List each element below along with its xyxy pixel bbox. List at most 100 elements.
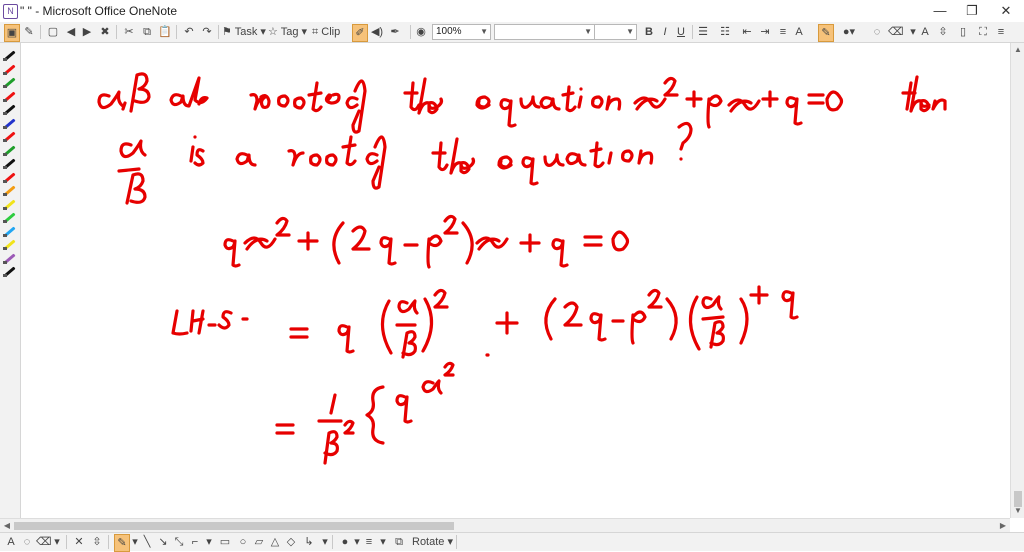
delete-icon[interactable]: ✖ xyxy=(98,24,112,40)
minimize-button[interactable]: — xyxy=(924,0,956,22)
scroll-left-icon[interactable]: ◀ xyxy=(0,519,14,533)
pen-swatch-icon[interactable] xyxy=(3,90,16,102)
line-icon[interactable]: ╲ xyxy=(140,534,154,550)
pen-swatch-icon[interactable] xyxy=(3,76,16,88)
scroll-right-icon[interactable]: ▶ xyxy=(996,519,1010,533)
pen-swatch-icon[interactable] xyxy=(3,130,16,142)
pen-swatch-icon[interactable] xyxy=(3,184,16,196)
rectangle-icon[interactable]: ▭ xyxy=(218,534,232,550)
triangle-icon[interactable]: △ xyxy=(268,534,282,550)
highlight-pen-icon[interactable]: ✎ xyxy=(818,24,834,42)
delete-icon[interactable]: ✕ xyxy=(72,534,86,550)
ink-line-1 xyxy=(97,72,947,134)
close-button[interactable]: ✕ xyxy=(990,0,1022,22)
undo-icon[interactable]: ↶ xyxy=(182,24,196,40)
scroll-thumb[interactable] xyxy=(14,522,454,530)
pen-swatch-icon[interactable] xyxy=(3,117,16,129)
font-color-icon[interactable]: A xyxy=(792,24,806,40)
font-grow-button[interactable]: A xyxy=(918,24,932,40)
title-bar: N " " - Microsoft Office OneNote — ❐ ✕ xyxy=(0,0,1024,23)
pen-options-icon[interactable]: ✒ xyxy=(388,24,402,40)
axes-icon[interactable]: ⌐ xyxy=(188,534,202,550)
insert-space-icon[interactable]: ⇳ xyxy=(936,24,950,40)
scroll-up-icon[interactable]: ▲ xyxy=(1011,43,1024,57)
help-icon[interactable]: ◉ xyxy=(414,24,428,40)
pen-swatch-icon[interactable] xyxy=(3,157,16,169)
arrange-icon[interactable]: ⧉ xyxy=(392,534,406,550)
zoom-select[interactable]: 100% ▼ xyxy=(432,24,491,40)
text-tool-icon[interactable]: A xyxy=(4,534,18,550)
pen-swatch-icon[interactable] xyxy=(3,171,16,183)
connector-icon[interactable]: ↳ xyxy=(302,534,316,550)
redo-icon[interactable]: ↷ xyxy=(200,24,214,40)
tag-label: Tag xyxy=(280,26,299,38)
parallelogram-icon[interactable]: ▱ xyxy=(252,534,266,550)
bullets-icon[interactable]: ☰ xyxy=(696,24,710,40)
paste-icon[interactable]: 📋 xyxy=(158,24,172,40)
font-size-select[interactable]: ▼ xyxy=(594,24,637,40)
scroll-down-icon[interactable]: ▼ xyxy=(1011,504,1024,518)
ink-line-4 xyxy=(171,285,799,359)
main-toolbar: ▣ ✎ ▢ ◀ ▶ ✖ ✂ ⧉ 📋 ↶ ↷ ⚑ Task ▾ ☆ Tag ▾ ⌗… xyxy=(0,22,1024,43)
pen-swatch-icon[interactable] xyxy=(3,225,16,237)
chevron-down-icon[interactable]: ▾ xyxy=(202,534,216,550)
pen-swatch-icon[interactable] xyxy=(3,144,16,156)
copy-icon[interactable]: ⧉ xyxy=(140,24,154,40)
pen-swatch-icon[interactable] xyxy=(3,49,16,61)
ruler-icon[interactable]: ▯ xyxy=(956,24,970,40)
bold-button[interactable]: B xyxy=(642,24,656,40)
cut-icon[interactable]: ✂ xyxy=(122,24,136,40)
pen-swatch-icon[interactable] xyxy=(3,211,16,223)
underline-button[interactable]: U xyxy=(674,24,688,40)
note-canvas[interactable] xyxy=(21,43,1009,518)
eraser-icon[interactable]: ⌫ xyxy=(36,534,52,550)
chevron-down-icon: ▼ xyxy=(480,27,488,36)
line-weight-icon[interactable]: ≡ xyxy=(362,534,376,550)
full-page-icon[interactable]: ⛶ xyxy=(976,24,990,40)
eraser-icon[interactable]: ⌫ xyxy=(888,24,904,40)
pen-swatch-icon[interactable] xyxy=(3,252,16,264)
pen-swatch-icon[interactable] xyxy=(3,103,16,115)
pen-mode-icon[interactable]: ✎ xyxy=(22,24,36,40)
italic-button[interactable]: I xyxy=(658,24,672,40)
ink-mode-icon[interactable]: ✐ xyxy=(352,24,368,42)
pen-swatch-icon[interactable] xyxy=(3,238,16,250)
maximize-button[interactable]: ❐ xyxy=(956,0,988,22)
horizontal-scrollbar[interactable]: ◀ ▶ xyxy=(0,518,1010,533)
lasso-icon[interactable]: ◌ xyxy=(870,24,884,40)
forward-icon[interactable]: ▶ xyxy=(80,24,94,40)
color-picker-icon[interactable]: ●▾ xyxy=(842,24,856,40)
audio-icon[interactable]: ◀) xyxy=(370,24,384,40)
indent-icon[interactable]: ⇥ xyxy=(758,24,772,40)
outdent-icon[interactable]: ⇤ xyxy=(740,24,754,40)
clip-button[interactable]: ⌗ Clip xyxy=(312,24,340,40)
double-arrow-icon[interactable]: ⤡ xyxy=(172,534,186,550)
select-tool-icon[interactable]: ▣ xyxy=(4,24,20,42)
chevron-down-icon: ▼ xyxy=(626,27,634,36)
arrow-icon[interactable]: ↘ xyxy=(156,534,170,550)
diamond-icon[interactable]: ◇ xyxy=(284,534,298,550)
back-icon[interactable]: ◀ xyxy=(64,24,78,40)
zoom-value: 100% xyxy=(436,26,462,37)
tag-button[interactable]: ☆ Tag ▾ xyxy=(268,24,307,40)
more-options-icon[interactable]: ≡ xyxy=(994,24,1008,40)
pen-swatch-icon[interactable] xyxy=(3,198,16,210)
chevron-down-icon[interactable]: ▾ xyxy=(318,534,332,550)
circle-icon[interactable]: ○ xyxy=(236,534,250,550)
lasso-icon[interactable]: ◌ xyxy=(20,534,34,550)
insert-space-icon[interactable]: ⇳ xyxy=(90,534,104,550)
vertical-scrollbar[interactable]: ▲ ▼ xyxy=(1010,43,1024,518)
onenote-app-icon[interactable]: N xyxy=(3,4,18,19)
rotate-button[interactable]: Rotate ▾ xyxy=(412,534,453,550)
pen-sidebar xyxy=(0,43,21,523)
font-select[interactable]: ▼ xyxy=(494,24,595,40)
chevron-down-icon[interactable]: ▾ xyxy=(50,534,64,550)
align-icon[interactable]: ≡ xyxy=(776,24,790,40)
task-button[interactable]: ⚑ Task ▾ xyxy=(222,24,266,40)
new-page-icon[interactable]: ▢ xyxy=(46,24,60,40)
pen-swatch-icon[interactable] xyxy=(3,265,16,277)
clip-label: Clip xyxy=(321,26,341,38)
numbering-icon[interactable]: ☷ xyxy=(718,24,732,40)
chevron-down-icon[interactable]: ▾ xyxy=(376,534,390,550)
pen-swatch-icon[interactable] xyxy=(3,63,16,75)
